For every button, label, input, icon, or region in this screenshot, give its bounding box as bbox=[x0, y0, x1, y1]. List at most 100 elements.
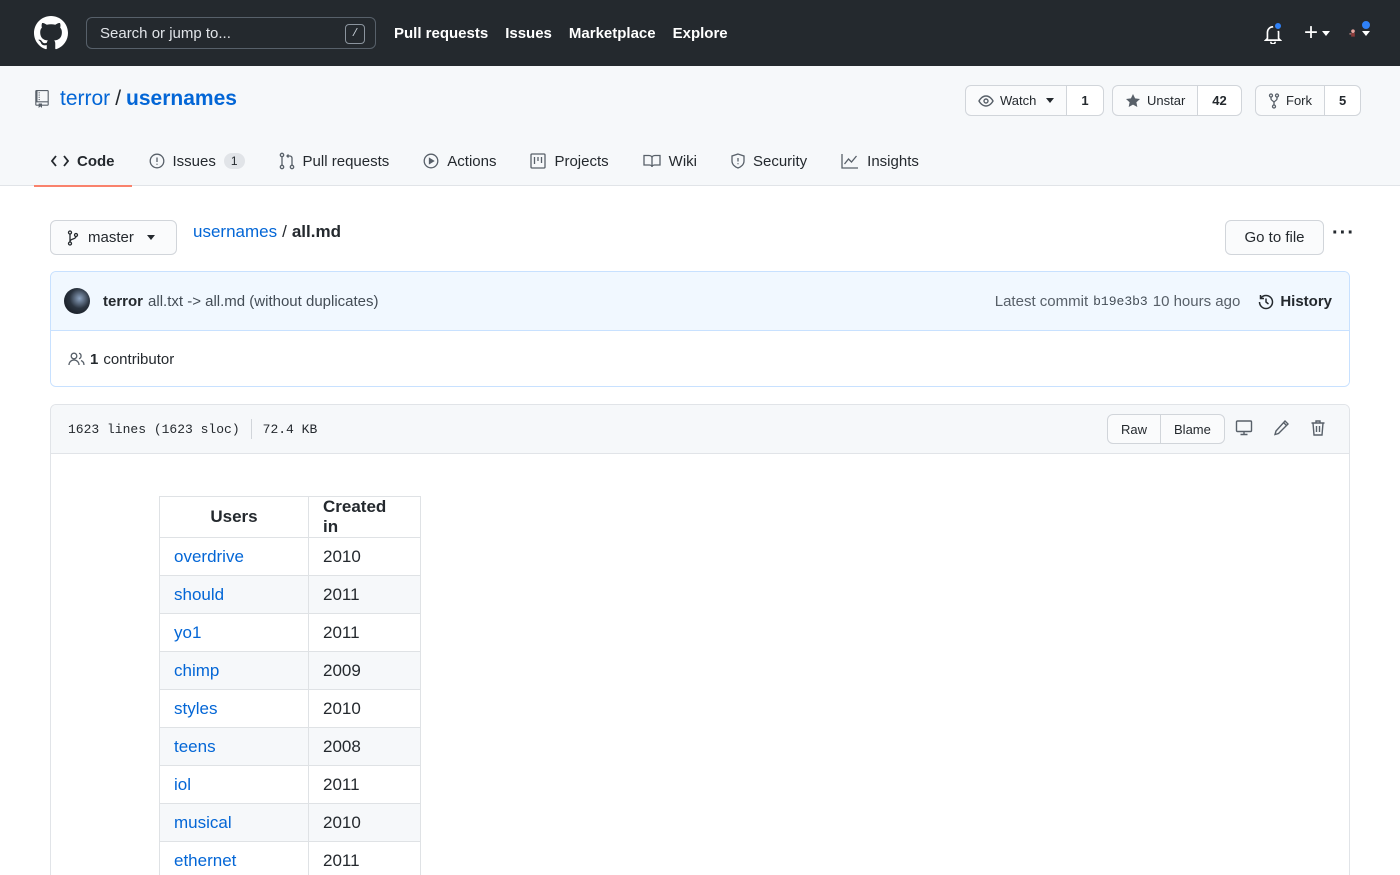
column-header-created-in: Created in bbox=[308, 496, 421, 538]
tab-issues[interactable]: Issues 1 bbox=[132, 136, 262, 186]
history-label: History bbox=[1280, 293, 1332, 310]
nav-pull-requests[interactable]: Pull requests bbox=[394, 25, 488, 42]
divider bbox=[250, 419, 252, 439]
tab-wiki[interactable]: Wiki bbox=[626, 136, 714, 186]
created-year: 2009 bbox=[308, 651, 421, 690]
nav-explore[interactable]: Explore bbox=[673, 25, 728, 42]
table-row: yo1 2011 bbox=[159, 613, 421, 652]
history-link[interactable]: History bbox=[1257, 293, 1332, 311]
tab-label: Issues bbox=[172, 152, 216, 170]
tab-insights[interactable]: Insights bbox=[824, 136, 936, 186]
tab-label: Code bbox=[77, 152, 115, 170]
pull-request-icon bbox=[279, 152, 294, 170]
tab-projects[interactable]: Projects bbox=[513, 136, 625, 186]
created-year: 2011 bbox=[308, 841, 421, 875]
username-link[interactable]: iol bbox=[159, 765, 309, 804]
fork-label: Fork bbox=[1286, 93, 1312, 108]
table-row: musical 2010 bbox=[159, 803, 421, 842]
commit-time: 10 hours ago bbox=[1152, 293, 1241, 310]
search-shortcut-key: / bbox=[345, 24, 365, 44]
fork-button[interactable]: Fork bbox=[1256, 86, 1324, 115]
repo-separator: / bbox=[115, 87, 122, 110]
caret-down-icon bbox=[146, 235, 155, 240]
username-link[interactable]: ethernet bbox=[159, 841, 309, 875]
username-link[interactable]: teens bbox=[159, 727, 309, 766]
commit-summary: terror all.txt -> all.md (without duplic… bbox=[51, 272, 1349, 331]
repo-owner-link[interactable]: terror bbox=[60, 87, 110, 111]
fork-count[interactable]: 5 bbox=[1324, 86, 1361, 115]
project-icon bbox=[530, 153, 547, 169]
branch-selector[interactable]: master bbox=[50, 220, 177, 255]
contributors-row[interactable]: 1 contributor bbox=[51, 331, 1349, 386]
blame-button[interactable]: Blame bbox=[1160, 415, 1224, 443]
create-new-button[interactable]: + bbox=[1304, 21, 1330, 45]
tab-pull-requests[interactable]: Pull requests bbox=[262, 136, 407, 186]
created-year: 2011 bbox=[308, 575, 421, 614]
search-input[interactable] bbox=[100, 24, 340, 42]
people-icon bbox=[68, 352, 85, 366]
nav-issues[interactable]: Issues bbox=[505, 25, 552, 42]
column-header-users: Users bbox=[159, 496, 309, 538]
nav-marketplace[interactable]: Marketplace bbox=[569, 25, 656, 42]
username-link[interactable]: should bbox=[159, 575, 309, 614]
tab-security[interactable]: Security bbox=[714, 136, 824, 186]
username-link[interactable]: chimp bbox=[159, 651, 309, 690]
table-row: iol 2011 bbox=[159, 765, 421, 804]
eye-icon bbox=[978, 94, 994, 107]
commit-message-link[interactable]: all.txt -> all.md (without duplicates) bbox=[148, 293, 379, 310]
code-icon bbox=[51, 155, 69, 167]
user-menu-button[interactable] bbox=[1348, 19, 1372, 44]
commit-author-link[interactable]: terror bbox=[103, 293, 143, 310]
table-row: overdrive 2010 bbox=[159, 537, 421, 576]
watch-count[interactable]: 1 bbox=[1066, 86, 1103, 115]
breadcrumb-repo-link[interactable]: usernames bbox=[193, 222, 277, 242]
search-box[interactable]: / bbox=[86, 17, 376, 49]
raw-button[interactable]: Raw bbox=[1108, 415, 1160, 443]
repo-name-link[interactable]: usernames bbox=[126, 87, 237, 111]
file-line-count: 1623 lines (1623 sloc) bbox=[68, 421, 240, 437]
github-logo-icon[interactable] bbox=[34, 16, 68, 50]
table-row: chimp 2009 bbox=[159, 651, 421, 690]
plus-icon: + bbox=[1303, 19, 1318, 46]
fork-icon bbox=[1268, 92, 1280, 109]
created-year: 2011 bbox=[308, 765, 421, 804]
tab-actions[interactable]: Actions bbox=[406, 136, 513, 186]
branch-name: master bbox=[88, 229, 134, 246]
notifications-button[interactable] bbox=[1263, 21, 1286, 45]
trash-icon[interactable] bbox=[1310, 419, 1326, 437]
username-link[interactable]: styles bbox=[159, 689, 309, 728]
table-row: should 2011 bbox=[159, 575, 421, 614]
repo-header: terror / usernames Watch 1 Unstar 42 For… bbox=[0, 66, 1400, 187]
created-year: 2010 bbox=[308, 537, 421, 576]
tab-label: Wiki bbox=[668, 152, 697, 170]
star-count[interactable]: 42 bbox=[1197, 86, 1241, 115]
unstar-button[interactable]: Unstar bbox=[1113, 86, 1197, 115]
shield-icon bbox=[731, 153, 745, 169]
caret-down-icon bbox=[1322, 30, 1330, 36]
unstar-label: Unstar bbox=[1147, 93, 1186, 108]
table-row: styles 2010 bbox=[159, 689, 421, 728]
tab-label: Pull requests bbox=[302, 152, 390, 170]
desktop-icon[interactable] bbox=[1235, 419, 1253, 437]
go-to-file-button[interactable]: Go to file bbox=[1225, 220, 1324, 255]
more-options-button[interactable]: ··· bbox=[1332, 222, 1355, 245]
author-avatar[interactable] bbox=[64, 288, 90, 314]
fork-button-group: Fork 5 bbox=[1255, 85, 1362, 116]
global-header: / Pull requests Issues Marketplace Explo… bbox=[0, 0, 1400, 66]
repo-tabs: Code Issues 1 Pull requests Actions Proj… bbox=[34, 136, 936, 187]
repo-icon bbox=[35, 90, 49, 108]
created-year: 2010 bbox=[308, 689, 421, 728]
username-link[interactable]: musical bbox=[159, 803, 309, 842]
created-year: 2008 bbox=[308, 727, 421, 766]
history-icon bbox=[1259, 294, 1274, 309]
username-link[interactable]: yo1 bbox=[159, 613, 309, 652]
pencil-icon[interactable] bbox=[1273, 419, 1290, 437]
watch-label: Watch bbox=[1000, 93, 1037, 108]
username-link[interactable]: overdrive bbox=[159, 537, 309, 576]
commit-sha-link[interactable]: b19e3b3 bbox=[1093, 294, 1148, 309]
play-icon bbox=[423, 153, 439, 169]
header-actions: + bbox=[1263, 16, 1372, 50]
tab-code[interactable]: Code bbox=[34, 136, 132, 187]
watch-button[interactable]: Watch bbox=[966, 86, 1066, 115]
table-row: ethernet 2011 bbox=[159, 841, 421, 875]
